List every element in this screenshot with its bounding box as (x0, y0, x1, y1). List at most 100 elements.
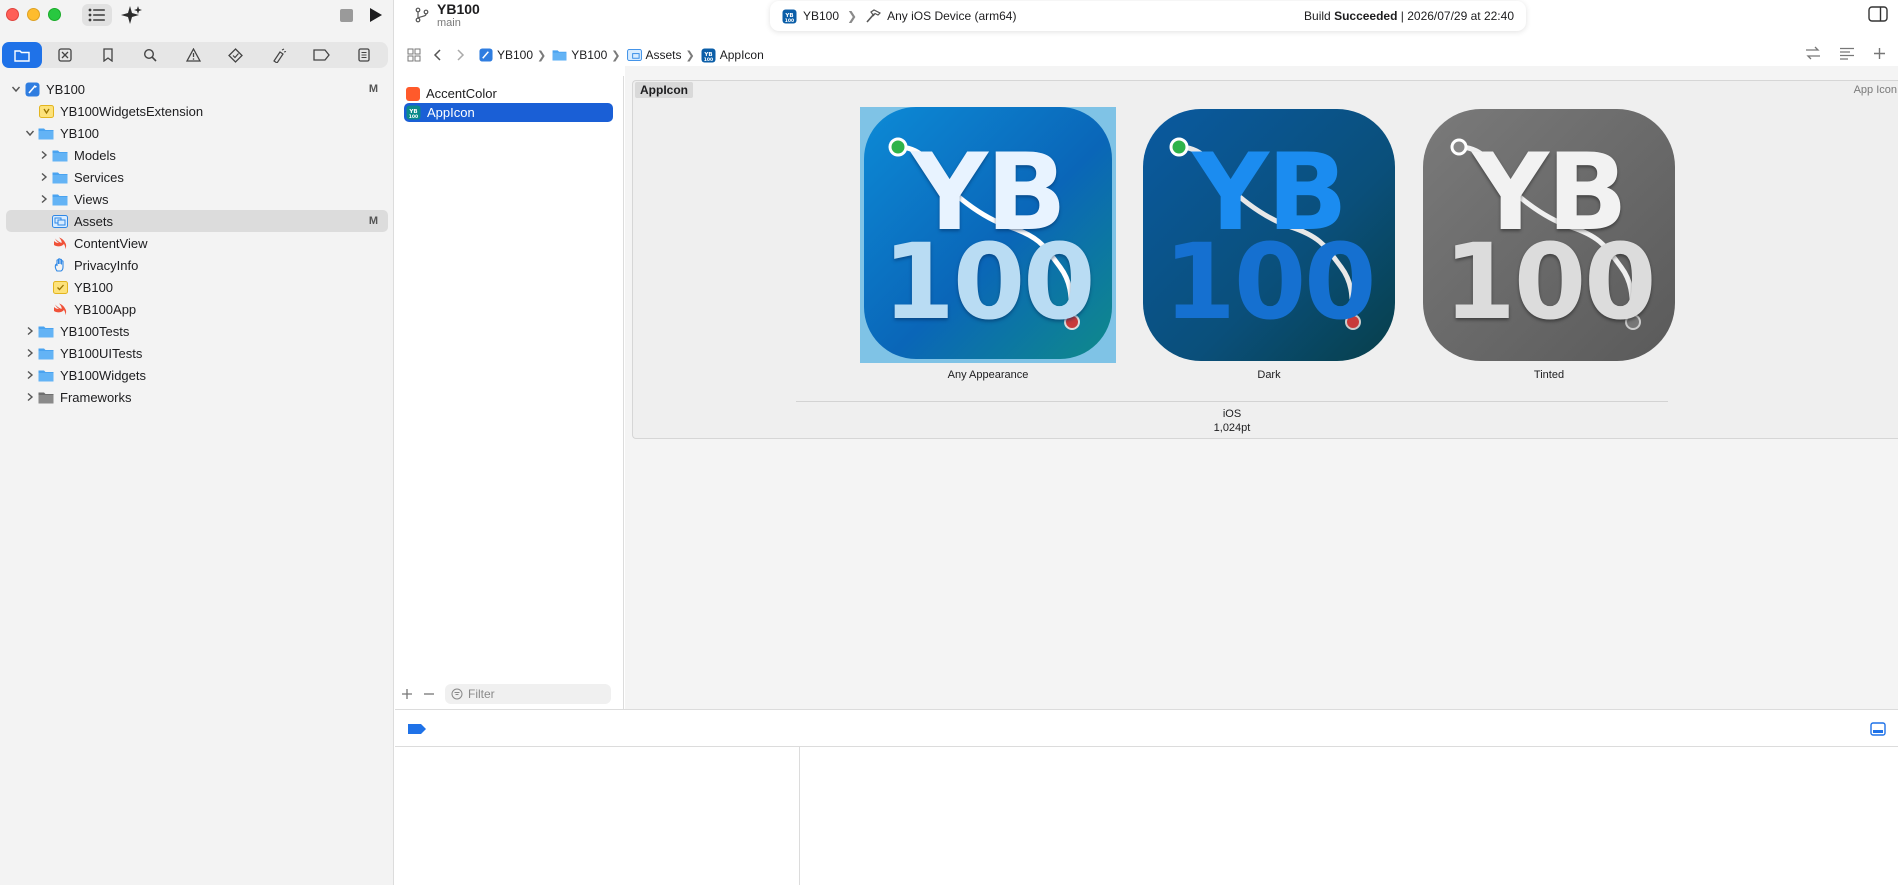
tree-item-project[interactable]: YB100 M (6, 78, 388, 100)
editor-options-icon[interactable] (1839, 47, 1855, 60)
filter-placeholder: Filter (468, 687, 495, 701)
tab-source-control[interactable] (45, 42, 85, 68)
asset-list-footer: Filter (395, 679, 624, 709)
folder-icon (52, 170, 68, 184)
console-view[interactable] (801, 747, 1898, 885)
asset-item-accentcolor[interactable]: AccentColor (404, 84, 613, 103)
warning-icon (185, 48, 201, 62)
navigator-toggle-button[interactable] (82, 4, 112, 26)
well-caption: Tinted (1533, 369, 1565, 381)
tree-item-contentview[interactable]: ContentView (6, 232, 388, 254)
asset-item-appicon[interactable]: YB 100 AppIcon (404, 103, 613, 122)
coding-assistant-button[interactable] (120, 4, 144, 26)
chevron-right-icon: ❯ (611, 49, 621, 62)
breadcrumb-appicon[interactable]: YB 100 AppIcon (701, 48, 764, 63)
project-title[interactable]: YB100 (437, 1, 480, 17)
run-button[interactable] (366, 5, 386, 25)
chevron-right-icon[interactable] (38, 193, 50, 205)
platform-label: iOS (1222, 408, 1242, 420)
gray-folder-icon (38, 390, 54, 404)
tree-item-uitests[interactable]: YB100UITests (6, 342, 388, 364)
scheme-selector[interactable]: YB 100 YB100 (782, 9, 839, 24)
asset-editor: AppIcon App Icon YB 100 Any Appearance Y… (625, 66, 1898, 709)
folder-icon (38, 324, 54, 338)
icon-well-dark[interactable]: YB 100 Dark (1141, 107, 1397, 381)
chevron-right-icon[interactable] (24, 325, 36, 337)
tree-item-services[interactable]: Services (6, 166, 388, 188)
breadcrumb-group[interactable]: YB100 (552, 48, 607, 62)
chevron-down-icon[interactable] (10, 83, 22, 95)
color-swatch-icon (406, 86, 420, 101)
tree-item-widgets-extension[interactable]: YB100WidgetsExtension (6, 100, 388, 122)
chevron-right-icon[interactable] (24, 369, 36, 381)
breadcrumb-project[interactable]: YB100 (479, 48, 533, 62)
filter-icon (451, 688, 463, 700)
tab-breakpoints[interactable] (301, 42, 341, 68)
tree-item-widgets[interactable]: YB100Widgets (6, 364, 388, 386)
remove-asset-button[interactable] (423, 688, 435, 700)
tab-find[interactable] (130, 42, 170, 68)
breadcrumb-assets[interactable]: Assets (626, 48, 682, 62)
file-tree: YB100 M YB100WidgetsExtension YB100 Mode… (0, 78, 394, 408)
tab-tests[interactable] (216, 42, 256, 68)
icon-well-tinted[interactable]: YB 100 Tinted (1421, 107, 1677, 381)
tree-item-privacyinfo[interactable]: PrivacyInfo (6, 254, 388, 276)
size-label: 1,024pt (1213, 422, 1251, 434)
appicon-set: AppIcon App Icon YB 100 Any Appearance Y… (632, 80, 1898, 439)
icon-well-any-appearance[interactable]: YB 100 Any Appearance (860, 107, 1116, 381)
chevron-right-icon: ❯ (847, 9, 858, 23)
app-icon-thumbnail: YB100 (701, 48, 716, 63)
forward-arrow-icon[interactable] (455, 49, 465, 61)
chevron-down-icon[interactable] (24, 127, 36, 139)
back-arrow-icon[interactable] (433, 49, 443, 61)
chevron-right-icon[interactable] (38, 171, 50, 183)
zoom-window-button[interactable] (48, 8, 61, 21)
tab-project-navigator[interactable] (2, 42, 42, 68)
inspector-toggle-icon[interactable] (1868, 6, 1888, 22)
icon-text-100: 100 (1443, 221, 1656, 343)
tree-item-frameworks[interactable]: Frameworks (6, 386, 388, 408)
test-diamond-icon (228, 47, 244, 63)
destination-selector[interactable]: Any iOS Device (arm64) (865, 9, 1016, 23)
well-caption: Any Appearance (947, 369, 1029, 381)
tab-reports[interactable] (344, 42, 384, 68)
privacy-hand-icon (52, 258, 68, 272)
stop-icon (339, 8, 353, 22)
stop-button[interactable] (338, 7, 354, 23)
tree-item-models[interactable]: Models (6, 144, 388, 166)
tree-item-assets[interactable]: Assets M (6, 210, 388, 232)
breakpoint-toggle-icon[interactable] (407, 723, 427, 735)
chevron-right-icon[interactable] (24, 347, 36, 359)
tree-item-group-yb100[interactable]: YB100 (6, 122, 388, 144)
chevron-right-icon[interactable] (38, 149, 50, 161)
branch-name[interactable]: main (437, 17, 461, 29)
tree-item-views[interactable]: Views (6, 188, 388, 210)
grid-icon[interactable] (407, 48, 421, 62)
tree-item-yb100-file[interactable]: YB100 (6, 276, 388, 298)
breadcrumb-label: YB100 (571, 48, 608, 62)
tree-item-yb100app[interactable]: YB100App (6, 298, 388, 320)
tab-bookmarks[interactable] (88, 42, 128, 68)
folder-icon (38, 346, 54, 360)
tree-item-label: ContentView (74, 235, 148, 251)
navigator-tabs (2, 42, 388, 68)
app-icon-image-dark: YB 100 (1141, 107, 1397, 363)
toolbar: YB100 main YB 100 YB100 ❯ Any iOS Device … (395, 0, 1898, 42)
tab-issues[interactable] (173, 42, 213, 68)
set-name-label[interactable]: AppIcon (635, 82, 693, 98)
build-status[interactable]: Build Succeeded | 2026/07/29 at 22:40 (1304, 9, 1514, 23)
add-icon[interactable] (1873, 47, 1886, 60)
minimize-window-button[interactable] (27, 8, 40, 21)
hide-debug-area-icon[interactable] (1870, 722, 1886, 736)
tab-debug[interactable] (259, 42, 299, 68)
icon-text-100: 100 (882, 221, 1095, 343)
filter-field[interactable]: Filter (445, 684, 611, 704)
chevron-right-icon[interactable] (24, 391, 36, 403)
related-items-icon[interactable] (1805, 46, 1821, 60)
tree-item-label: Assets (74, 213, 114, 229)
add-asset-button[interactable] (401, 688, 413, 700)
tree-item-label: YB100 (60, 125, 100, 141)
close-window-button[interactable] (6, 8, 19, 21)
tree-item-tests[interactable]: YB100Tests (6, 320, 388, 342)
sparkle-icon (121, 6, 142, 24)
